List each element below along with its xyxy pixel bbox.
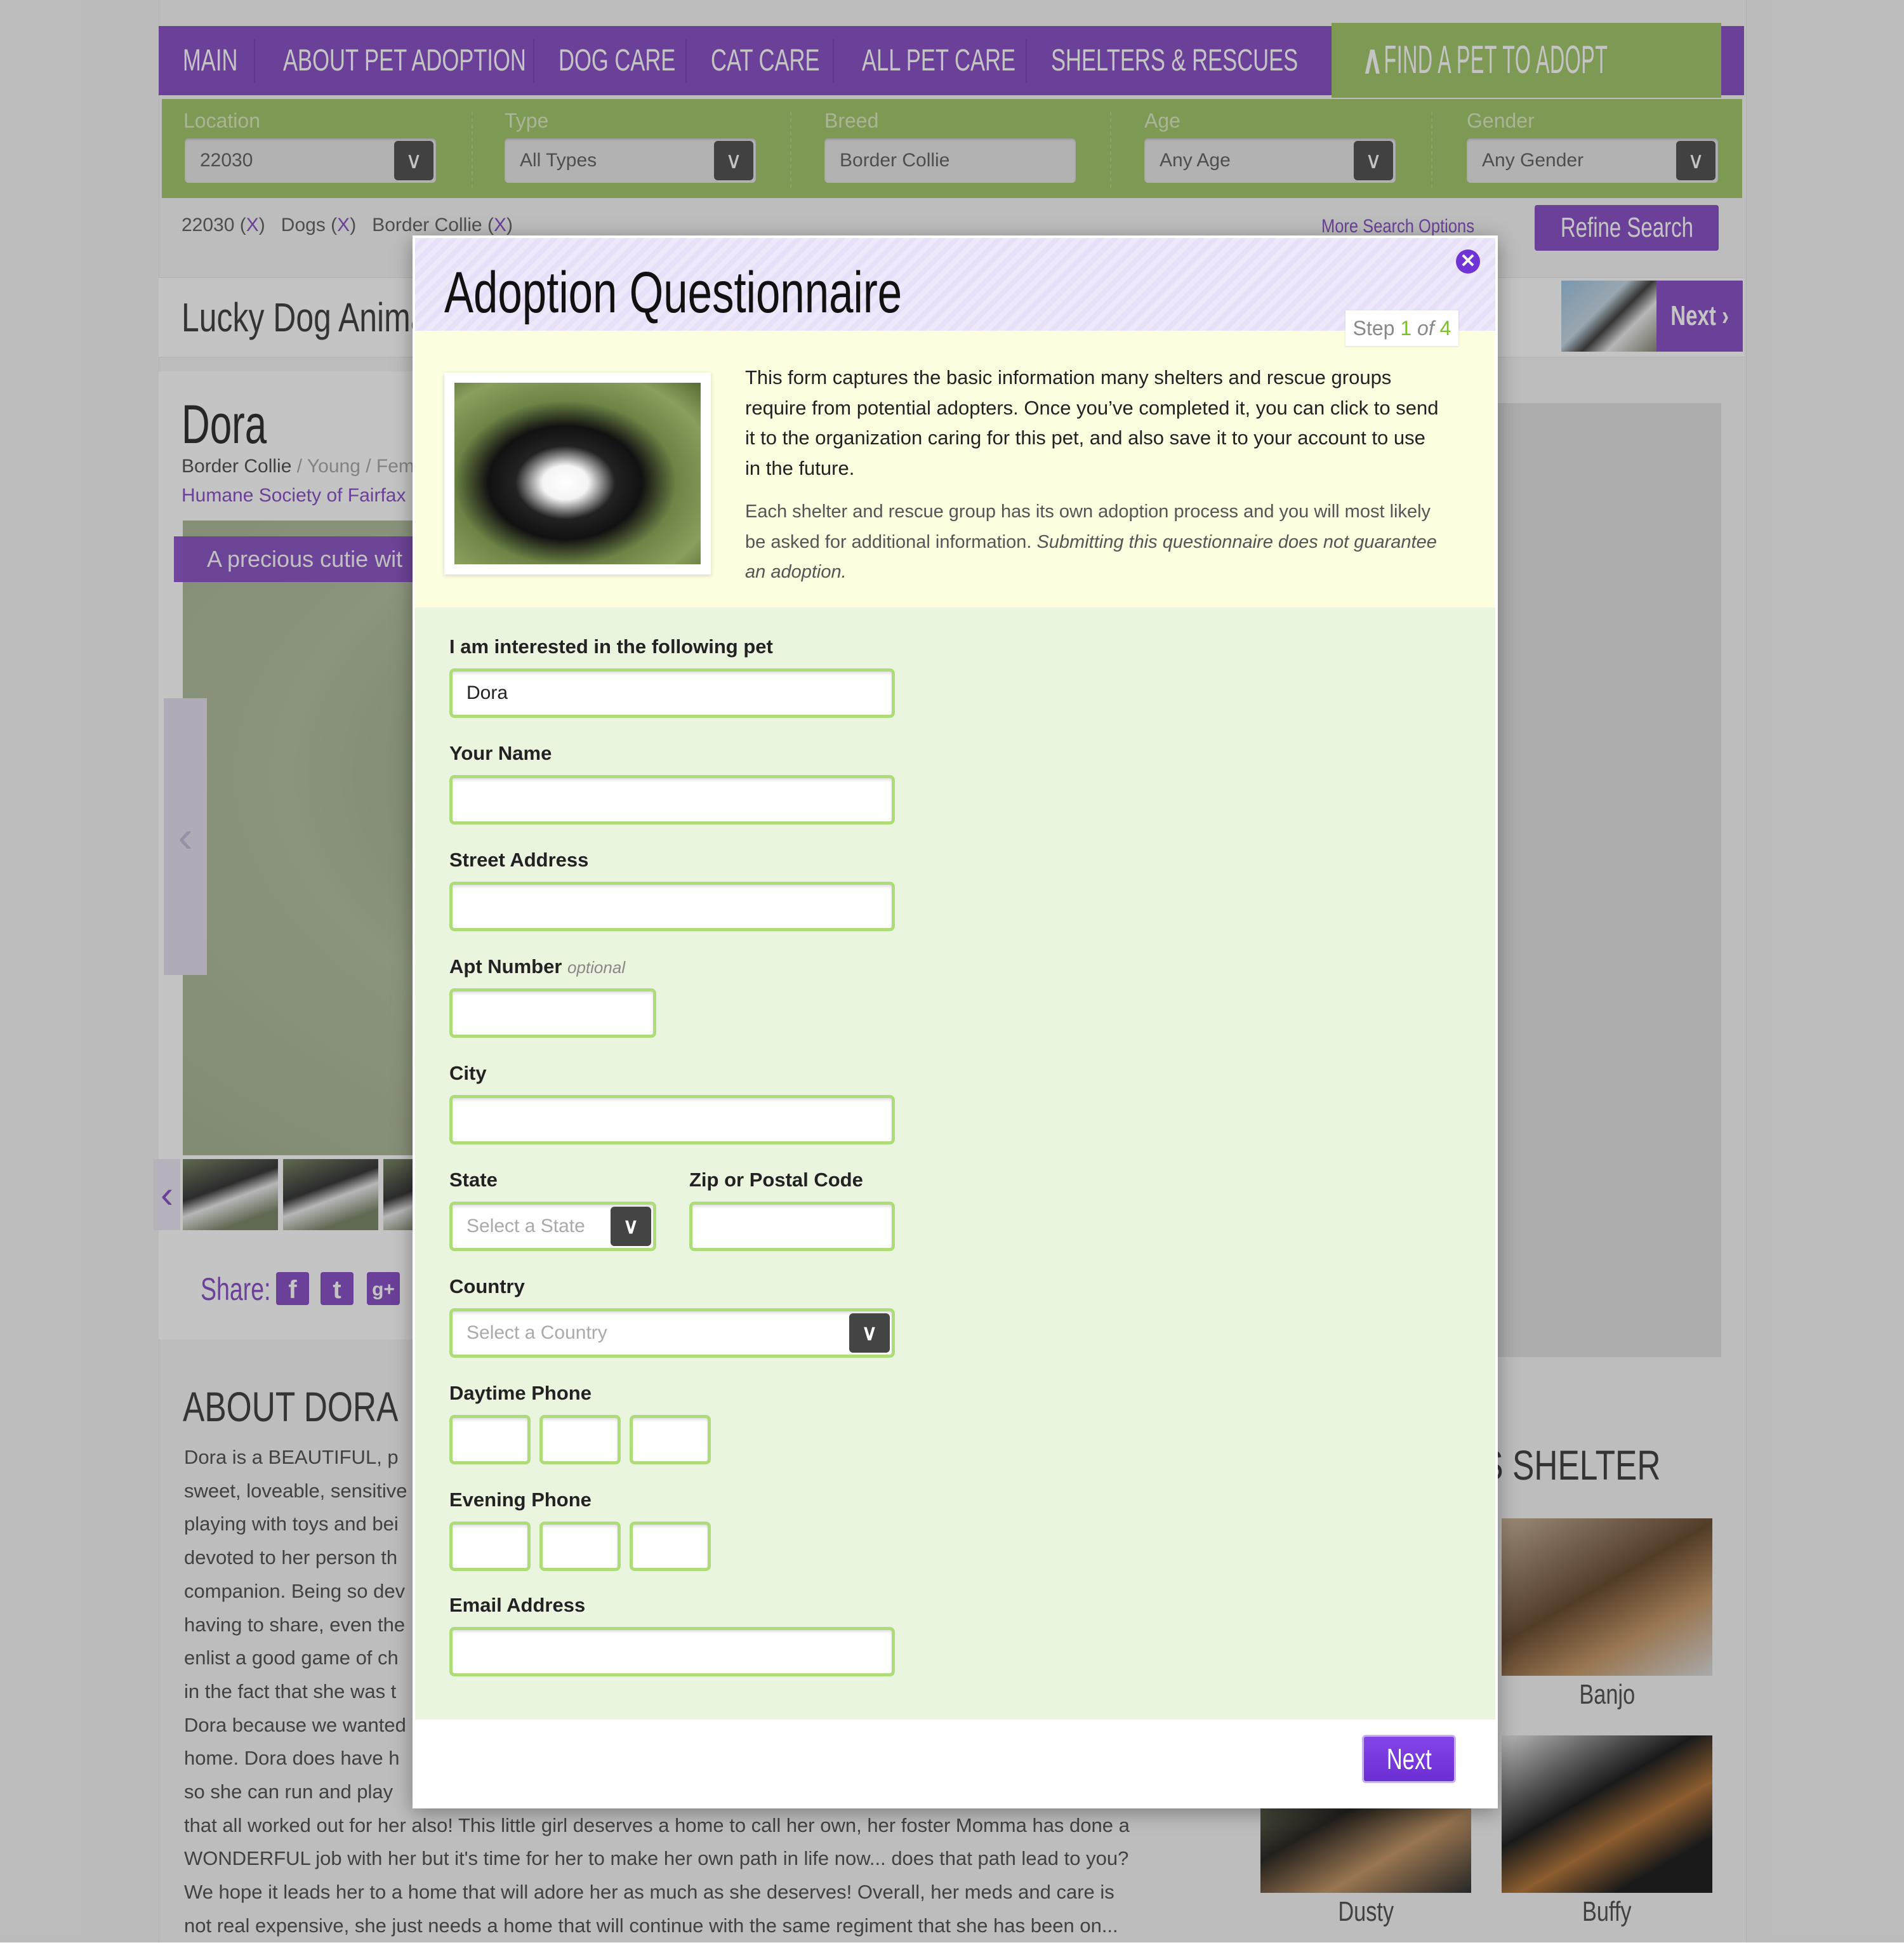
state-select[interactable]: Select a State ∨ bbox=[449, 1202, 656, 1251]
street-address-field[interactable] bbox=[449, 882, 895, 931]
pet-photo bbox=[454, 383, 701, 564]
pet-field[interactable] bbox=[449, 668, 895, 718]
evening-phone-prefix-input[interactable] bbox=[543, 1525, 618, 1568]
apt-field-label: Apt Number optional bbox=[449, 955, 625, 978]
adoption-questionnaire-modal: Adoption Questionnaire ✕ This form captu… bbox=[413, 235, 1498, 1808]
city-input[interactable] bbox=[453, 1098, 892, 1141]
chevron-down-icon: ∨ bbox=[611, 1207, 651, 1246]
apt-label-text: Apt Number bbox=[449, 955, 562, 978]
email-input[interactable] bbox=[453, 1630, 892, 1673]
modal-title: Adoption Questionnaire bbox=[444, 260, 902, 325]
chevron-down-icon: ∨ bbox=[849, 1313, 890, 1353]
name-input[interactable] bbox=[453, 778, 892, 821]
step-current: 1 bbox=[1400, 317, 1412, 340]
name-field-label: Your Name bbox=[449, 742, 552, 764]
street-field-label: Street Address bbox=[449, 849, 589, 871]
next-button[interactable]: Next bbox=[1362, 1735, 1456, 1783]
city-field-label: City bbox=[449, 1062, 487, 1084]
state-placeholder: Select a State bbox=[466, 1216, 585, 1237]
pet-field-label: I am interested in the following pet bbox=[449, 635, 773, 658]
close-icon[interactable]: ✕ bbox=[1456, 249, 1480, 274]
step-total: 4 bbox=[1439, 317, 1451, 340]
daytime-phone-prefix[interactable] bbox=[539, 1415, 621, 1464]
street-address-input[interactable] bbox=[453, 885, 892, 928]
email-field-label: Email Address bbox=[449, 1594, 586, 1616]
step-of: of bbox=[1417, 317, 1434, 340]
city-field[interactable] bbox=[449, 1095, 895, 1144]
country-field-label: Country bbox=[449, 1275, 525, 1297]
daytime-phone-prefix-input[interactable] bbox=[543, 1418, 618, 1461]
evening-phone-line-input[interactable] bbox=[633, 1525, 708, 1568]
daytime-phone-line[interactable] bbox=[630, 1415, 711, 1464]
apt-number-input[interactable] bbox=[453, 991, 653, 1035]
step-indicator: Step 1 of 4 bbox=[1345, 310, 1458, 346]
daytime-phone-line-input[interactable] bbox=[633, 1418, 708, 1461]
daytime-phone-label: Daytime Phone bbox=[449, 1382, 592, 1404]
pet-photo-frame bbox=[444, 373, 711, 574]
modal-footer bbox=[415, 1720, 1495, 1806]
evening-phone-line[interactable] bbox=[630, 1522, 711, 1571]
optional-hint: optional bbox=[567, 958, 626, 977]
questionnaire-form: I am interested in the following pet You… bbox=[415, 607, 1495, 1720]
state-field-label: State bbox=[449, 1169, 498, 1191]
name-field[interactable] bbox=[449, 775, 895, 825]
country-select[interactable]: Select a Country ∨ bbox=[449, 1308, 895, 1358]
step-prefix: Step bbox=[1352, 317, 1395, 340]
modal-header: Adoption Questionnaire ✕ bbox=[415, 238, 1495, 331]
zip-field-label: Zip or Postal Code bbox=[689, 1169, 863, 1191]
zip-field[interactable] bbox=[689, 1202, 895, 1251]
email-field[interactable] bbox=[449, 1627, 895, 1676]
zip-input[interactable] bbox=[692, 1205, 892, 1248]
modal-intro: This form captures the basic information… bbox=[415, 331, 1495, 607]
daytime-phone-area-input[interactable] bbox=[453, 1418, 527, 1461]
evening-phone-area-input[interactable] bbox=[453, 1525, 527, 1568]
daytime-phone-area[interactable] bbox=[449, 1415, 531, 1464]
pet-input[interactable] bbox=[453, 672, 892, 715]
evening-phone-prefix[interactable] bbox=[539, 1522, 621, 1571]
apt-number-field[interactable] bbox=[449, 988, 656, 1038]
country-placeholder: Select a Country bbox=[466, 1322, 607, 1343]
intro-disclaimer: Each shelter and rescue group has its ow… bbox=[745, 497, 1443, 588]
next-button-label: Next bbox=[1386, 1742, 1432, 1775]
intro-paragraph: This form captures the basic information… bbox=[745, 366, 1439, 479]
evening-phone-area[interactable] bbox=[449, 1522, 531, 1571]
evening-phone-label: Evening Phone bbox=[449, 1489, 592, 1511]
